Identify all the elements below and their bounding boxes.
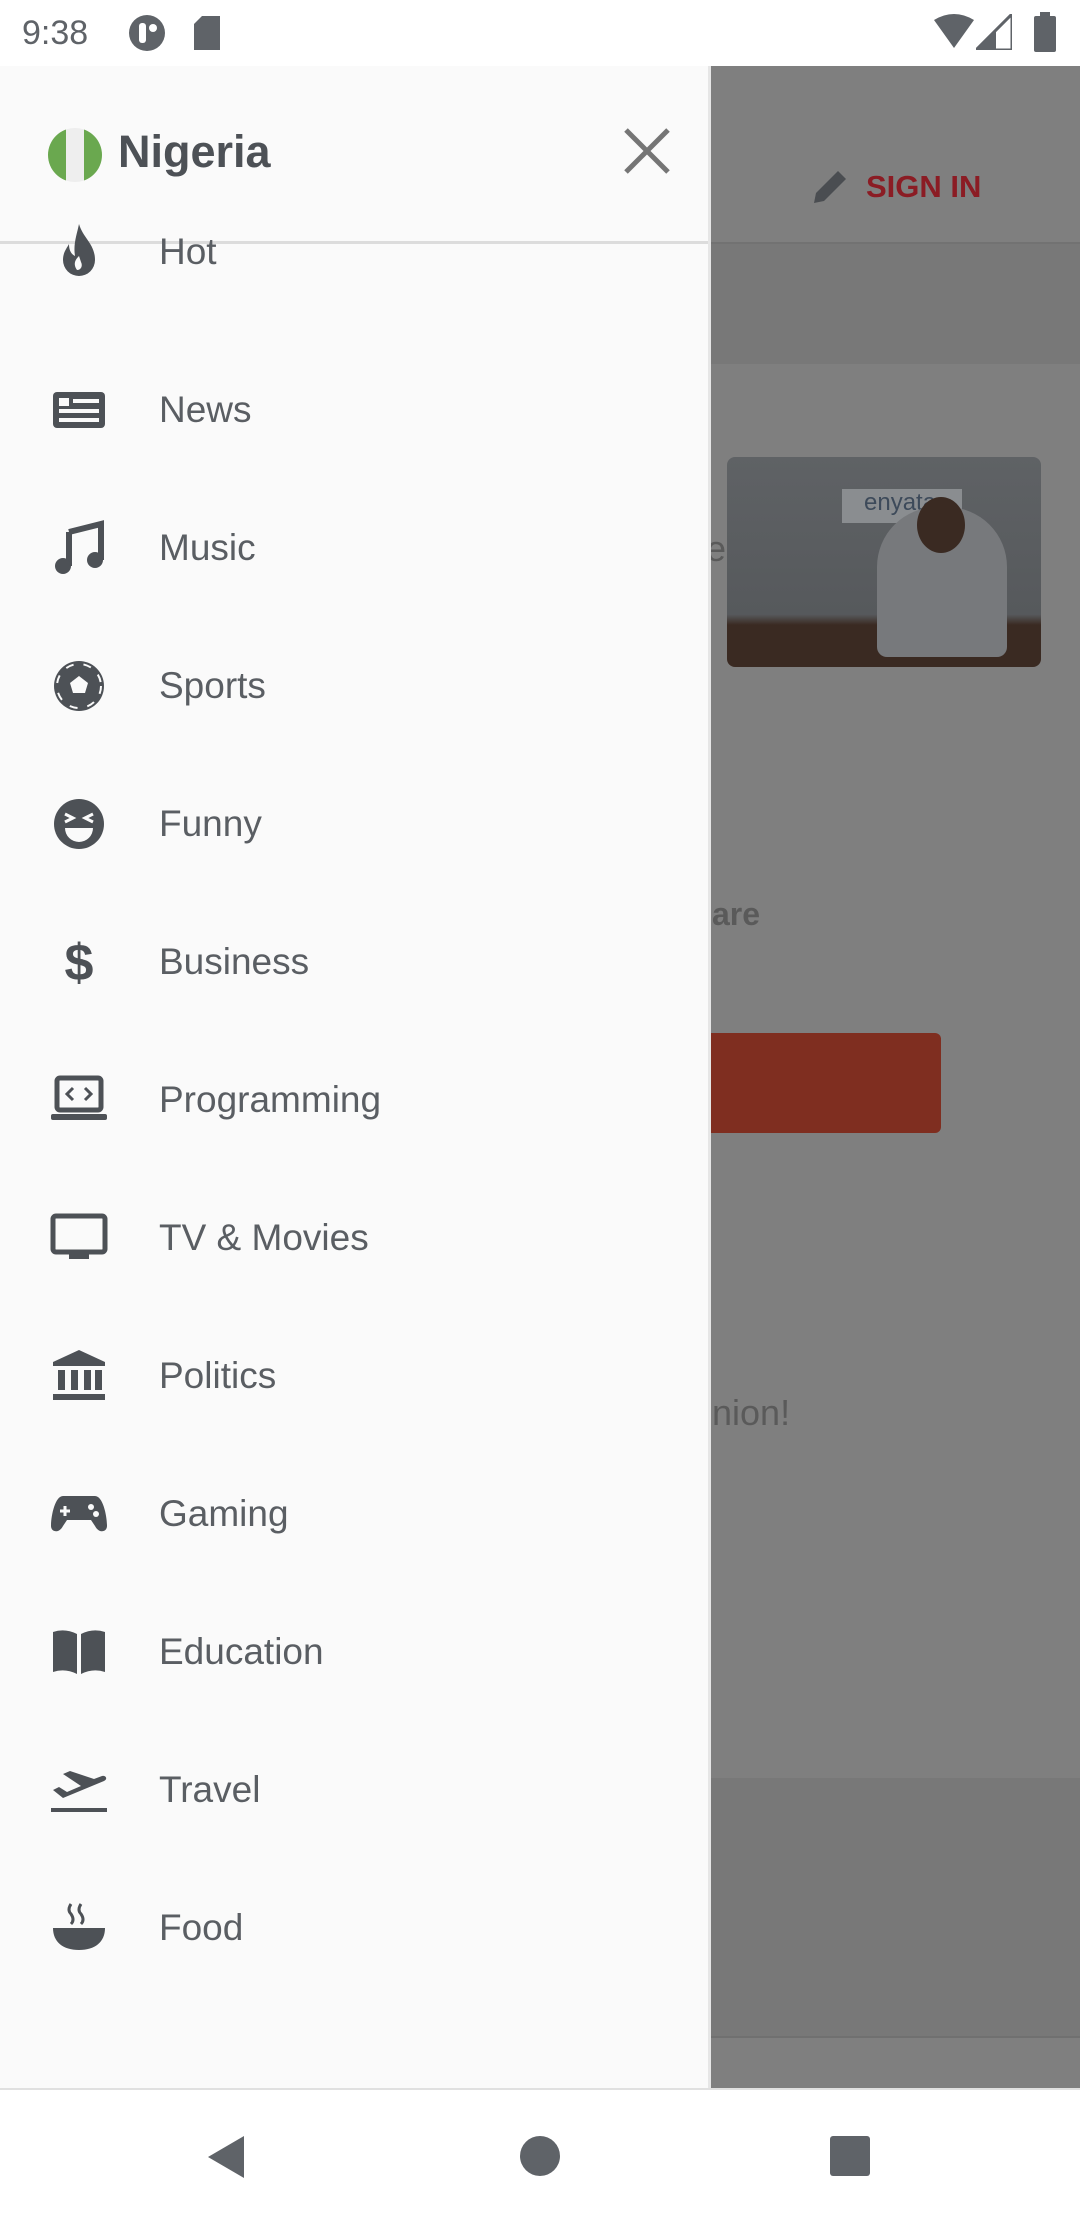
drawer-item-label: Hot bbox=[159, 231, 217, 272]
battery-icon bbox=[1034, 12, 1056, 52]
text-fragment: are bbox=[712, 896, 761, 932]
government-building-icon bbox=[53, 1350, 105, 1400]
dollar-icon: $ bbox=[65, 934, 94, 992]
drawer-item-label: Business bbox=[159, 941, 310, 982]
navigation-drawer: Nigeria Hot News Music Sports Funny $ Business… bbox=[0, 66, 711, 2088]
drawer-item-funny[interactable]: Funny bbox=[0, 769, 708, 879]
wifi-icon bbox=[934, 14, 974, 48]
drawer-item-label: News bbox=[159, 389, 252, 430]
sign-in-button[interactable]: SIGN IN bbox=[810, 132, 981, 242]
drawer-item-gaming[interactable]: Gaming bbox=[0, 1459, 708, 1569]
drawer-item-label: Gaming bbox=[159, 1493, 289, 1534]
drawer-item-food[interactable]: Food bbox=[0, 1873, 708, 1983]
drawer-item-travel[interactable]: Travel bbox=[0, 1735, 708, 1845]
action-button[interactable] bbox=[711, 1033, 941, 1133]
drawer-item-label: Education bbox=[159, 1631, 324, 1672]
drawer-item-news[interactable]: News bbox=[0, 355, 708, 465]
back-icon[interactable] bbox=[204, 2134, 248, 2180]
close-icon[interactable] bbox=[620, 124, 674, 178]
drawer-item-business[interactable]: $ Business bbox=[0, 907, 708, 1017]
tv-icon bbox=[50, 1213, 108, 1259]
drawer-item-label: TV & Movies bbox=[159, 1217, 369, 1258]
app-notification-icon bbox=[129, 15, 165, 51]
drawer-item-programming[interactable]: Programming bbox=[0, 1045, 708, 1155]
laughing-face-icon bbox=[54, 799, 104, 849]
recents-icon[interactable] bbox=[828, 2134, 872, 2178]
drawer-item-sports[interactable]: Sports bbox=[0, 631, 708, 741]
signal-icon bbox=[976, 14, 1012, 50]
drawer-item-tv-movies[interactable]: TV & Movies bbox=[0, 1183, 708, 1293]
nigeria-flag-icon[interactable] bbox=[48, 128, 102, 182]
drawer-item-label: Funny bbox=[159, 803, 262, 844]
sign-in-label: SIGN IN bbox=[866, 169, 982, 204]
drawer-item-label: Food bbox=[159, 1907, 244, 1948]
system-nav-bar bbox=[0, 2088, 1080, 2220]
article-thumbnail[interactable]: enyata bbox=[727, 457, 1041, 667]
drawer-item-hot[interactable]: Hot bbox=[0, 197, 708, 307]
gamepad-icon bbox=[51, 1496, 107, 1532]
bowl-icon bbox=[53, 1903, 105, 1950]
svg-text:$: $ bbox=[65, 934, 94, 992]
drawer-item-label: Travel bbox=[159, 1769, 261, 1810]
book-icon bbox=[53, 1630, 105, 1674]
laptop-code-icon bbox=[51, 1075, 107, 1120]
sd-card-icon bbox=[194, 16, 220, 50]
airplane-takeoff-icon bbox=[51, 1771, 107, 1812]
status-time: 9:38 bbox=[22, 14, 89, 52]
soccer-ball-icon bbox=[54, 661, 104, 711]
drawer-item-music[interactable]: Music bbox=[0, 493, 708, 603]
music-note-icon bbox=[55, 520, 104, 574]
pencil-icon bbox=[814, 171, 846, 203]
drawer-item-label: Programming bbox=[159, 1079, 382, 1120]
drawer-item-label: Sports bbox=[159, 665, 266, 706]
newspaper-icon bbox=[53, 392, 105, 428]
text-fragment: nion! bbox=[712, 1392, 791, 1433]
drawer-item-education[interactable]: Education bbox=[0, 1597, 708, 1707]
fire-icon bbox=[63, 224, 95, 276]
drawer-item-politics[interactable]: Politics bbox=[0, 1321, 708, 1431]
home-icon[interactable] bbox=[518, 2134, 562, 2178]
drawer-item-label: Politics bbox=[159, 1355, 277, 1396]
drawer-item-label: Music bbox=[159, 527, 256, 568]
status-bar: 9:38 bbox=[0, 0, 1080, 66]
country-title[interactable]: Nigeria bbox=[118, 126, 271, 178]
